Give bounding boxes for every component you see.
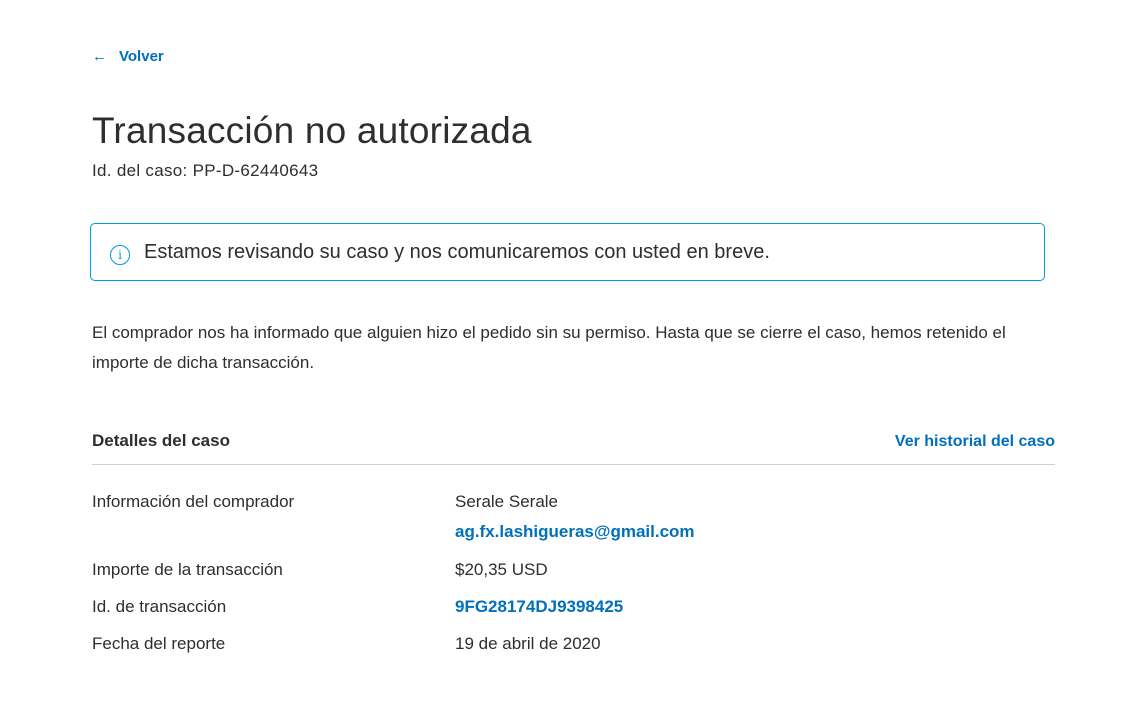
notice-message: Estamos revisando su caso y nos comunica… <box>144 240 770 263</box>
info-icon: i <box>110 245 130 265</box>
transaction-id-link[interactable]: 9FG28174DJ9398425 <box>455 592 623 622</box>
page-title: Transacción no autorizada <box>92 110 532 151</box>
back-label: Volver <box>119 48 164 65</box>
buyer-info-row: Información del comprador Serale Serale … <box>92 487 1052 547</box>
amount-value: $20,35 USD <box>455 560 548 579</box>
details-header: Detalles del caso Ver historial del caso <box>92 428 1055 465</box>
case-id: Id. del caso: PP-D-62440643 <box>92 161 319 180</box>
back-link[interactable]: ← Volver <box>92 48 164 65</box>
buyer-info-label: Información del comprador <box>92 492 295 511</box>
arrow-left-icon: ← <box>92 48 107 65</box>
transaction-id-label: Id. de transacción <box>92 597 227 616</box>
view-history-link[interactable]: Ver historial del caso <box>895 433 1055 451</box>
details-heading: Detalles del caso <box>92 431 230 450</box>
transaction-id-row: Id. de transacción 9FG28174DJ9398425 <box>92 592 1052 622</box>
report-date-label: Fecha del reporte <box>92 634 226 653</box>
amount-row: Importe de la transacción $20,35 USD <box>92 555 1052 585</box>
buyer-name: Serale Serale <box>455 492 559 511</box>
case-description: El comprador nos ha informado que alguie… <box>92 323 1006 372</box>
report-date-value: 19 de abril de 2020 <box>455 634 601 653</box>
report-date-row: Fecha del reporte 19 de abril de 2020 <box>92 629 1052 659</box>
buyer-email-link[interactable]: ag.fx.lashigueras@gmail.com <box>455 517 695 547</box>
status-notice: i Estamos revisando su caso y nos comuni… <box>90 223 1045 281</box>
amount-label: Importe de la transacción <box>92 560 283 579</box>
